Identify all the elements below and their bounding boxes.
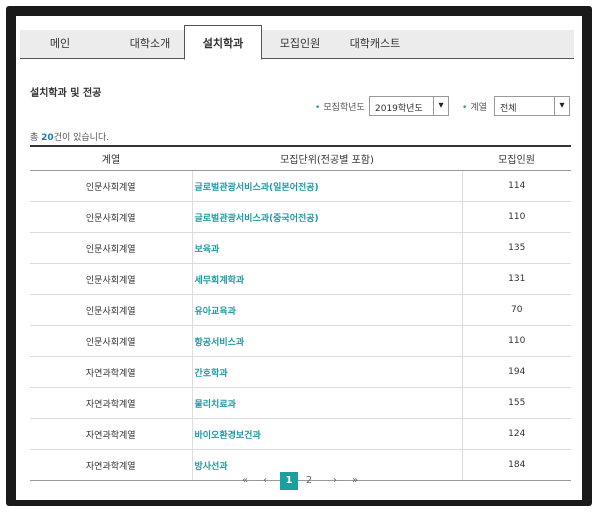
row-field: 인문사회계열 (30, 263, 192, 295)
row-field: 자연과학계열 (30, 387, 192, 419)
year-filter-label: • 모집학년도 (315, 103, 365, 113)
table-row: 자연과학계열 간호학과 194 (30, 356, 571, 388)
last-page-button[interactable]: » (346, 472, 364, 490)
section-title: 설치학과 및 전공 (30, 88, 102, 99)
header-unit: 모집단위(전공별 포함) (192, 145, 462, 171)
row-unit-link[interactable]: 바이오환경보건과 (191, 418, 463, 450)
field-filter-label: • 계열 (462, 103, 487, 113)
chevron-down-icon: ▾ (554, 97, 569, 115)
prev-page-button[interactable]: ‹ (256, 472, 274, 490)
chevron-down-icon: ▾ (433, 97, 448, 115)
row-field: 자연과학계열 (30, 356, 192, 388)
row-unit-link[interactable]: 물리치료과 (191, 387, 463, 419)
table-row: 자연과학계열 물리치료과 155 (30, 387, 571, 419)
bullet-icon: • (462, 103, 468, 113)
table-row: 인문사회계열 글로벌관광서비스과(일본어전공) 114 (30, 170, 571, 202)
row-count: 131 (462, 263, 571, 295)
page-2-button[interactable]: 2 (300, 472, 318, 490)
table-row: 인문사회계열 항공서비스과 110 (30, 325, 571, 357)
tab-bar: 메인 대학소개 설치학과 모집인원 대학캐스트 (20, 25, 574, 60)
row-count: 110 (462, 325, 571, 357)
row-count: 110 (462, 201, 571, 233)
row-unit-link[interactable]: 세무회계학과 (191, 263, 463, 295)
table-header-row: 계열 모집단위(전공별 포함) 모집인원 (30, 145, 571, 171)
field-select[interactable]: 전체 ▾ (494, 96, 570, 116)
year-select[interactable]: 2019학년도 ▾ (369, 96, 449, 116)
row-field: 자연과학계열 (30, 449, 192, 481)
row-field: 인문사회계열 (30, 201, 192, 233)
row-count: 135 (462, 232, 571, 264)
table-row: 인문사회계열 세무회계학과 131 (30, 263, 571, 295)
row-unit-link[interactable]: 유아교육과 (191, 294, 463, 326)
row-field: 인문사회계열 (30, 170, 192, 202)
departments-table: 계열 모집단위(전공별 포함) 모집인원 인문사회계열 글로벌관광서비스과(일본어… (30, 145, 571, 481)
row-unit-link[interactable]: 글로벌관광서비스과(일본어전공) (191, 170, 463, 202)
table-row: 인문사회계열 유아교육과 70 (30, 294, 571, 326)
header-field: 계열 (30, 145, 192, 171)
next-page-button[interactable]: › (326, 472, 344, 490)
row-count: 70 (462, 294, 571, 326)
row-count: 184 (462, 449, 571, 481)
year-select-value: 2019학년도 (375, 104, 423, 114)
row-count: 124 (462, 418, 571, 450)
tab-departments[interactable]: 설치학과 (184, 25, 262, 60)
row-field: 자연과학계열 (30, 418, 192, 450)
row-count: 114 (462, 170, 571, 202)
bullet-icon: • (315, 103, 321, 113)
tab-admission-quota[interactable]: 모집인원 (270, 30, 330, 58)
row-field: 인문사회계열 (30, 294, 192, 326)
row-unit-link[interactable]: 항공서비스과 (191, 325, 463, 357)
tab-university-cast[interactable]: 대학캐스트 (340, 30, 410, 58)
row-unit-link[interactable]: 간호학과 (191, 356, 463, 388)
tab-university-intro[interactable]: 대학소개 (108, 30, 192, 58)
table-row: 인문사회계열 보육과 135 (30, 232, 571, 264)
result-count: 총 20건이 있습니다. (30, 133, 110, 143)
table-row: 인문사회계열 글로벌관광서비스과(중국어전공) 110 (30, 201, 571, 233)
page-1-button[interactable]: 1 (280, 472, 298, 490)
row-count: 194 (462, 356, 571, 388)
table-row: 자연과학계열 바이오환경보건과 124 (30, 418, 571, 450)
field-select-value: 전체 (500, 104, 517, 114)
header-count: 모집인원 (462, 145, 571, 171)
tab-main[interactable]: 메인 (32, 30, 88, 58)
row-count: 155 (462, 387, 571, 419)
row-field: 인문사회계열 (30, 232, 192, 264)
row-unit-link[interactable]: 보육과 (191, 232, 463, 264)
row-unit-link[interactable]: 글로벌관광서비스과(중국어전공) (191, 201, 463, 233)
first-page-button[interactable]: « (236, 472, 254, 490)
row-field: 인문사회계열 (30, 325, 192, 357)
